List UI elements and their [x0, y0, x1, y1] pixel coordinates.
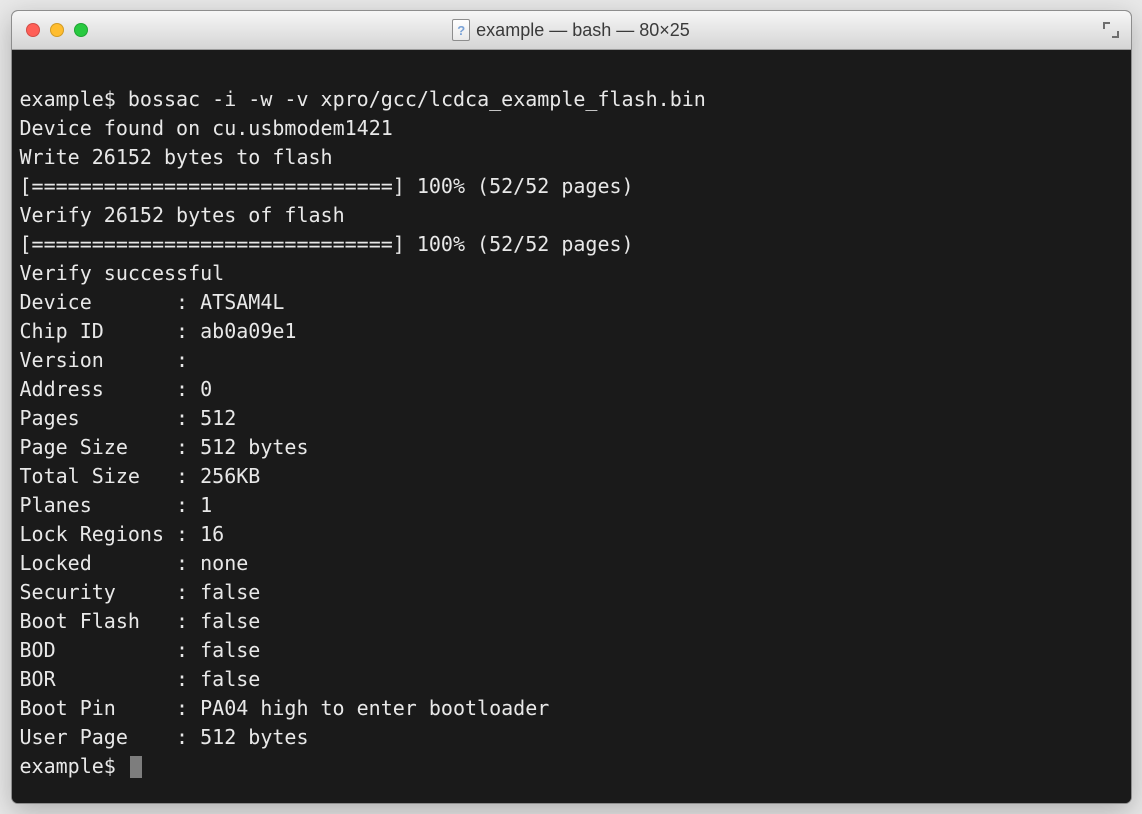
info-key: Boot Flash	[20, 607, 177, 636]
info-row: Lock Regions: 16	[20, 520, 1123, 549]
colon-sep: :	[176, 491, 200, 520]
info-value: 512	[200, 404, 236, 433]
info-row: BOR: false	[20, 665, 1123, 694]
title-bar[interactable]: ? example — bash — 80×25	[12, 11, 1131, 50]
info-key: User Page	[20, 723, 177, 752]
info-key: Device	[20, 288, 177, 317]
info-key: Locked	[20, 549, 177, 578]
info-key: Chip ID	[20, 317, 177, 346]
info-key: BOD	[20, 636, 177, 665]
write-progress: [==============================] 100% (5…	[20, 174, 634, 198]
zoom-icon[interactable]	[74, 23, 88, 37]
colon-sep: :	[176, 520, 200, 549]
info-row: User Page: 512 bytes	[20, 723, 1123, 752]
colon-sep: :	[176, 665, 200, 694]
command: bossac -i -w -v xpro/gcc/lcdca_example_f…	[128, 87, 706, 111]
colon-sep: :	[176, 723, 200, 752]
info-value: ab0a09e1	[200, 317, 296, 346]
info-value: PA04 high to enter bootloader	[200, 694, 549, 723]
info-key: Lock Regions	[20, 520, 177, 549]
info-value: 512 bytes	[200, 723, 308, 752]
colon-sep: :	[176, 549, 200, 578]
enter-fullscreen-icon[interactable]	[1101, 20, 1121, 40]
cursor-block-icon	[130, 756, 142, 778]
info-value: none	[200, 549, 248, 578]
info-value: false	[200, 665, 260, 694]
info-row: Security: false	[20, 578, 1123, 607]
terminal-window: ? example — bash — 80×25 example$ bossac…	[11, 10, 1132, 804]
info-value: ATSAM4L	[200, 288, 284, 317]
minimize-icon[interactable]	[50, 23, 64, 37]
verify-progress: [==============================] 100% (5…	[20, 232, 634, 256]
info-row: Total Size: 256KB	[20, 462, 1123, 491]
info-row: Planes: 1	[20, 491, 1123, 520]
terminal-content[interactable]: example$ bossac -i -w -v xpro/gcc/lcdca_…	[12, 50, 1131, 803]
info-row: Device: ATSAM4L	[20, 288, 1123, 317]
info-value: false	[200, 636, 260, 665]
info-key: Pages	[20, 404, 177, 433]
info-row: Pages: 512	[20, 404, 1123, 433]
colon-sep: :	[176, 288, 200, 317]
info-key: Address	[20, 375, 177, 404]
info-row: Boot Pin: PA04 high to enter bootloader	[20, 694, 1123, 723]
info-key: Security	[20, 578, 177, 607]
info-key: Boot Pin	[20, 694, 177, 723]
colon-sep: :	[176, 375, 200, 404]
info-row: Version:	[20, 346, 1123, 375]
verify-line: Verify 26152 bytes of flash	[20, 203, 345, 227]
info-value: false	[200, 607, 260, 636]
info-row: BOD: false	[20, 636, 1123, 665]
colon-sep: :	[176, 694, 200, 723]
document-icon: ?	[452, 19, 470, 41]
prompt: example$	[20, 754, 116, 778]
info-row: Chip ID: ab0a09e1	[20, 317, 1123, 346]
info-value: 256KB	[200, 462, 260, 491]
info-row: Page Size: 512 bytes	[20, 433, 1123, 462]
info-key: Version	[20, 346, 177, 375]
info-value: 16	[200, 520, 224, 549]
colon-sep: :	[176, 317, 200, 346]
colon-sep: :	[176, 636, 200, 665]
info-value: 0	[200, 375, 212, 404]
colon-sep: :	[176, 404, 200, 433]
info-value: 512 bytes	[200, 433, 308, 462]
colon-sep: :	[176, 578, 200, 607]
info-key: BOR	[20, 665, 177, 694]
info-row: Boot Flash: false	[20, 607, 1123, 636]
write-line: Write 26152 bytes to flash	[20, 145, 333, 169]
colon-sep: :	[176, 433, 200, 462]
window-title: example — bash — 80×25	[476, 20, 690, 41]
info-value: false	[200, 578, 260, 607]
colon-sep: :	[176, 462, 200, 491]
info-value: 1	[200, 491, 212, 520]
info-row: Address: 0	[20, 375, 1123, 404]
close-icon[interactable]	[26, 23, 40, 37]
device-found-line: Device found on cu.usbmodem1421	[20, 116, 393, 140]
verify-success: Verify successful	[20, 261, 225, 285]
info-key: Page Size	[20, 433, 177, 462]
info-key: Total Size	[20, 462, 177, 491]
colon-sep: :	[176, 607, 200, 636]
colon-sep: :	[176, 346, 200, 375]
info-key: Planes	[20, 491, 177, 520]
info-row: Locked: none	[20, 549, 1123, 578]
prompt: example$	[20, 87, 116, 111]
